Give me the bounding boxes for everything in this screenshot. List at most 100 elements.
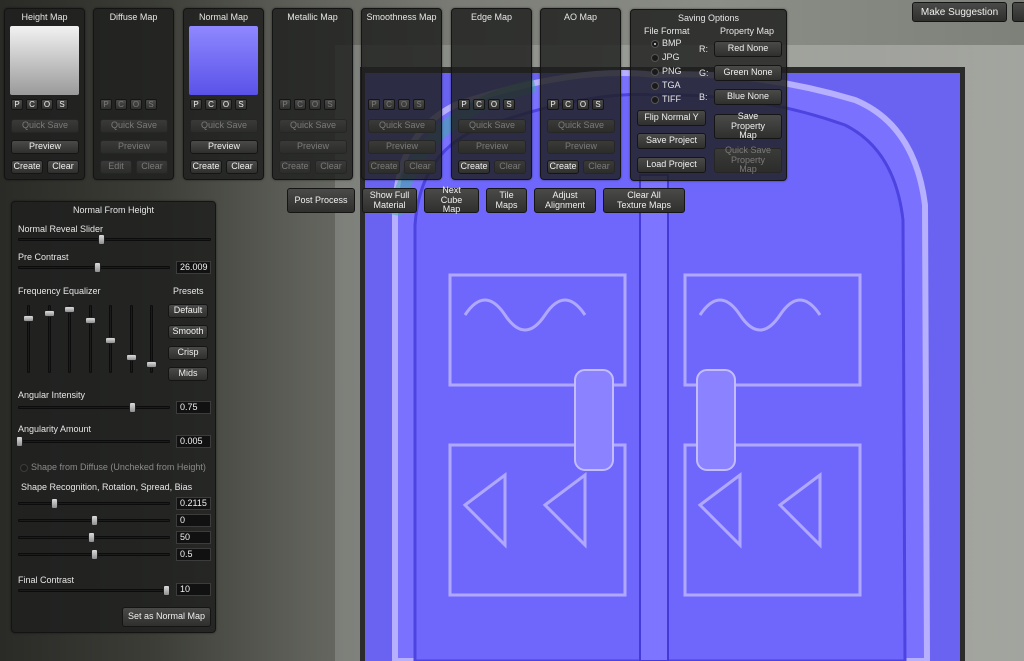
channel-toggle-s[interactable]: S xyxy=(235,99,247,110)
preset-mids-button[interactable]: Mids xyxy=(168,367,208,381)
clear-all-texture-maps-button[interactable]: Clear All Texture Maps xyxy=(603,188,685,213)
eq-band-handle[interactable] xyxy=(125,354,137,361)
shape-recognition-field[interactable]: 0.5 xyxy=(176,548,211,561)
create-button[interactable]: Create xyxy=(368,160,400,174)
property-channel-red-button[interactable]: Red None xyxy=(714,41,782,57)
property-channel-blue-button[interactable]: Blue None xyxy=(714,89,782,105)
eq-band-slider[interactable] xyxy=(43,305,55,373)
create-button[interactable]: Edit xyxy=(100,160,132,174)
channel-toggle-s[interactable]: S xyxy=(324,99,336,110)
quick-save-button[interactable]: Quick Save xyxy=(100,119,168,133)
quick-save-button[interactable]: Quick Save xyxy=(190,119,258,133)
make-suggestion-button[interactable]: Make Suggestion xyxy=(912,2,1007,22)
channel-toggle-o[interactable]: O xyxy=(309,99,321,110)
channel-toggle-s[interactable]: S xyxy=(145,99,157,110)
preset-default-button[interactable]: Default xyxy=(168,304,208,318)
channel-toggle-o[interactable]: O xyxy=(41,99,53,110)
clear-button[interactable]: Clear xyxy=(494,160,526,174)
angularity-amount-slider[interactable] xyxy=(16,436,170,447)
quick-save-button[interactable]: Quick Save xyxy=(279,119,347,133)
tile-maps-button[interactable]: Tile Maps xyxy=(486,188,527,213)
set-as-normal-map-button[interactable]: Set as Normal Map xyxy=(122,607,211,627)
eq-band-slider[interactable] xyxy=(105,305,116,373)
shape-recognition-slider[interactable] xyxy=(18,515,170,526)
preview-button[interactable]: Preview xyxy=(190,140,258,154)
flip-normal-y-button[interactable]: Flip Normal Y xyxy=(637,110,706,126)
slider-handle[interactable] xyxy=(91,515,98,526)
eq-band-handle[interactable] xyxy=(146,361,157,369)
preview-button[interactable]: Preview xyxy=(547,140,615,154)
create-button[interactable]: Create xyxy=(11,160,43,174)
create-button[interactable]: Create xyxy=(458,160,490,174)
channel-toggle-s[interactable]: S xyxy=(503,99,515,110)
slider-handle[interactable] xyxy=(98,234,106,245)
channel-toggle-o[interactable]: O xyxy=(398,99,410,110)
preview-button[interactable]: Preview xyxy=(279,140,347,154)
angular-intensity-slider[interactable] xyxy=(18,402,170,413)
channel-toggle-s[interactable]: S xyxy=(592,99,604,110)
angular-intensity-field[interactable]: 0.75 xyxy=(176,401,211,414)
next-cube-map-button[interactable]: Next Cube Map xyxy=(424,185,479,214)
quick-save-button[interactable]: Quick Save xyxy=(458,119,526,133)
shape-recognition-slider[interactable] xyxy=(18,532,170,543)
preview-button[interactable]: Preview xyxy=(458,140,526,154)
eq-band-slider[interactable] xyxy=(84,305,96,373)
preview-button[interactable]: Preview xyxy=(100,140,168,154)
load-project-button[interactable]: Load Project xyxy=(637,157,706,173)
format-radio-tga[interactable] xyxy=(651,82,659,90)
preset-crisp-button[interactable]: Crisp xyxy=(168,346,208,360)
clear-button[interactable]: Clear xyxy=(315,160,347,174)
eq-band-handle[interactable] xyxy=(64,306,75,314)
create-button[interactable]: Create xyxy=(547,160,579,174)
show-full-material-button[interactable]: Show Full Material xyxy=(362,188,417,213)
slider-handle[interactable] xyxy=(88,532,95,543)
clear-button[interactable]: Clear xyxy=(136,160,168,174)
channel-toggle-p[interactable]: P xyxy=(100,99,112,110)
eq-band-slider[interactable] xyxy=(64,305,75,373)
clear-button[interactable]: Clear xyxy=(226,160,258,174)
corner-button[interactable] xyxy=(1012,2,1024,22)
clear-button[interactable]: Clear xyxy=(404,160,436,174)
slider-handle[interactable] xyxy=(163,585,170,596)
property-channel-green-button[interactable]: Green None xyxy=(714,65,782,81)
shape-recognition-slider[interactable] xyxy=(18,498,170,509)
quick-save-button[interactable]: Quick Save xyxy=(368,119,436,133)
channel-toggle-p[interactable]: P xyxy=(547,99,559,110)
channel-toggle-p[interactable]: P xyxy=(11,99,23,110)
final-contrast-slider[interactable] xyxy=(18,585,170,596)
quick-save-property-map-button[interactable]: Quick Save Property Map xyxy=(714,145,782,174)
pre-contrast-slider[interactable] xyxy=(18,262,170,273)
channel-toggle-c[interactable]: C xyxy=(383,99,395,110)
channel-toggle-p[interactable]: P xyxy=(279,99,291,110)
pre-contrast-field[interactable]: 26.009 xyxy=(176,261,211,274)
format-radio-tiff[interactable] xyxy=(651,96,659,104)
channel-toggle-c[interactable]: C xyxy=(205,99,217,110)
format-radio-png[interactable] xyxy=(651,68,659,76)
create-button[interactable]: Create xyxy=(279,160,311,174)
eq-band-slider[interactable] xyxy=(23,305,34,373)
shape-recognition-field[interactable]: 0.2115 xyxy=(176,497,211,510)
shape-recognition-slider[interactable] xyxy=(18,549,170,560)
slider-handle[interactable] xyxy=(50,498,58,509)
format-radio-bmp[interactable] xyxy=(651,40,659,48)
channel-toggle-o[interactable]: O xyxy=(130,99,142,110)
eq-band-handle[interactable] xyxy=(84,316,96,324)
eq-band-handle[interactable] xyxy=(105,337,116,344)
channel-toggle-c[interactable]: C xyxy=(115,99,127,110)
channel-toggle-o[interactable]: O xyxy=(488,99,500,110)
slider-handle[interactable] xyxy=(91,549,98,560)
slider-handle[interactable] xyxy=(128,402,136,413)
channel-toggle-o[interactable]: O xyxy=(220,99,232,110)
channel-toggle-p[interactable]: P xyxy=(368,99,380,110)
channel-toggle-c[interactable]: C xyxy=(473,99,485,110)
channel-toggle-c[interactable]: C xyxy=(562,99,574,110)
eq-band-handle[interactable] xyxy=(43,309,55,317)
preview-button[interactable]: Preview xyxy=(368,140,436,154)
map-thumbnail[interactable] xyxy=(189,26,258,95)
shape-from-diffuse-toggle[interactable] xyxy=(20,464,28,472)
quick-save-button[interactable]: Quick Save xyxy=(547,119,615,133)
eq-band-slider[interactable] xyxy=(146,305,157,373)
preview-button[interactable]: Preview xyxy=(11,140,79,154)
save-property-map-button[interactable]: Save Property Map xyxy=(714,111,782,140)
post-process-button[interactable]: Post Process xyxy=(287,188,355,213)
